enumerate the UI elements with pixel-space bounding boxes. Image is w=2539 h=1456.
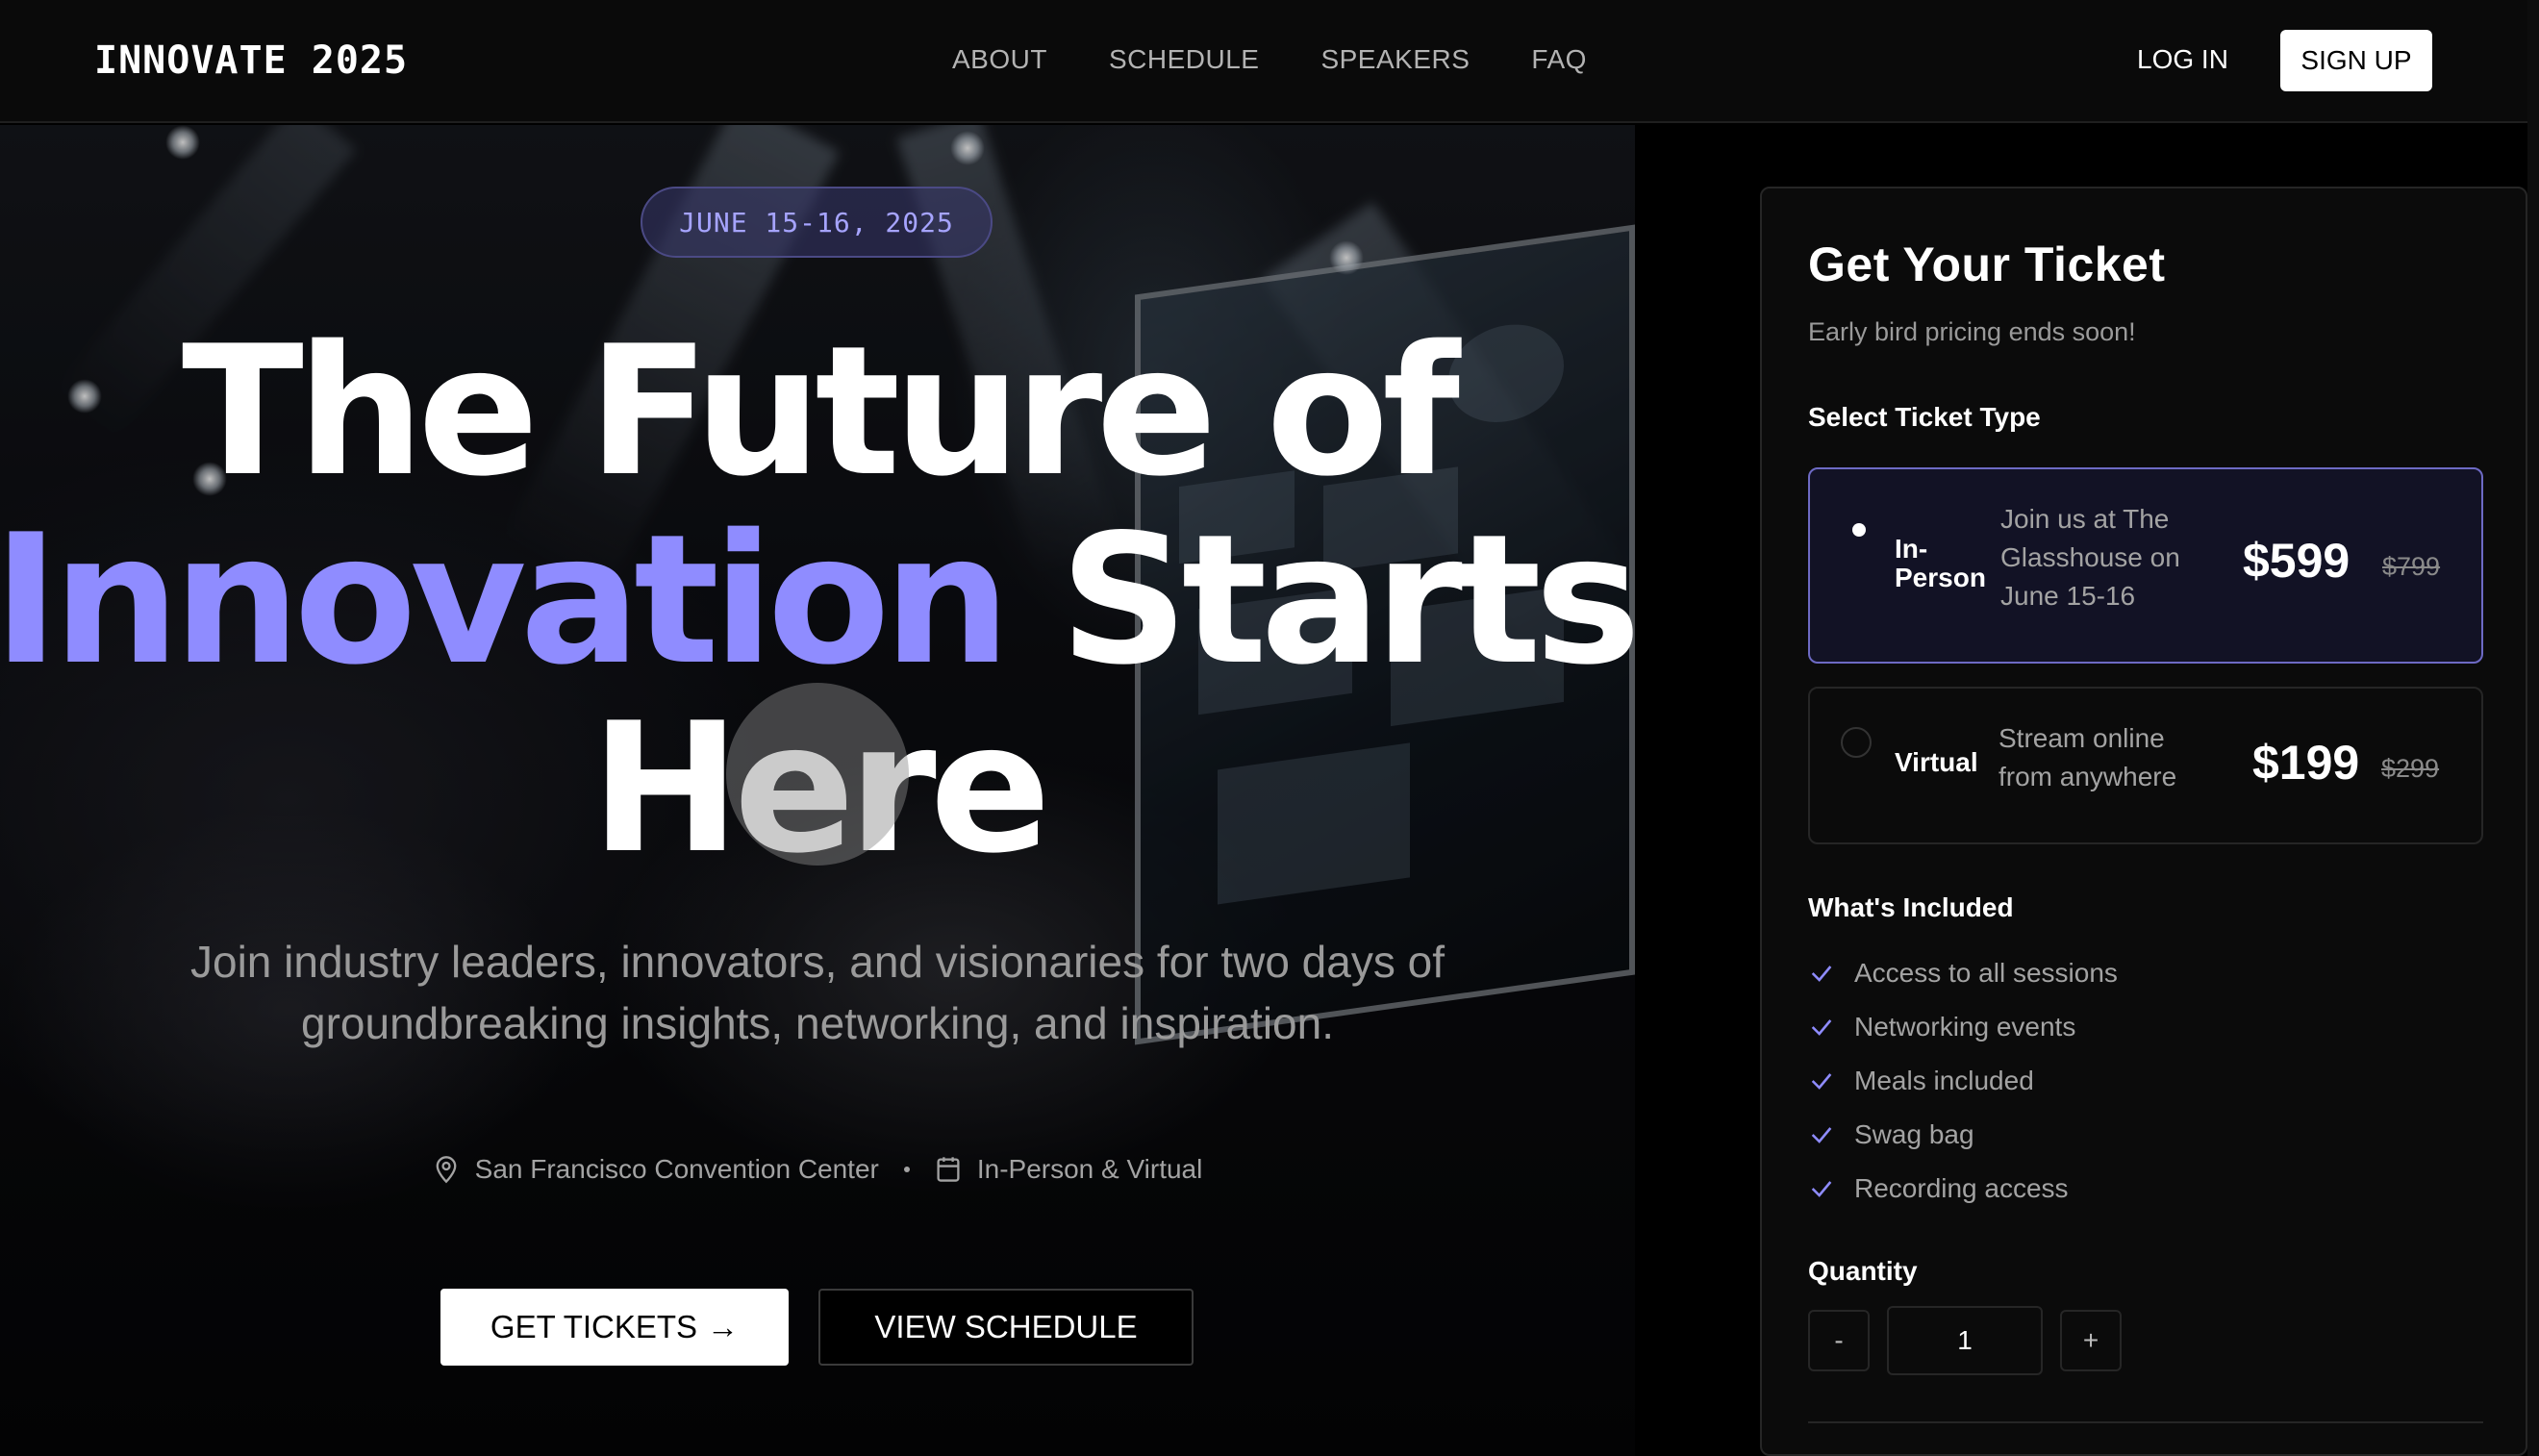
- quantity-stepper: - +: [1808, 1306, 2122, 1375]
- hero-subtitle: Join industry leaders, innovators, and v…: [190, 937, 1445, 1048]
- page-scrollbar[interactable]: [2527, 0, 2539, 1456]
- ticket-option-name: In- Person: [1895, 534, 1986, 592]
- ticket-option-in-person[interactable]: In- Person Join us at The Glasshouse on …: [1808, 467, 2483, 664]
- ticket-option-description: Stream online from anywhere: [1999, 723, 2177, 791]
- hero-section: JUNE 15-16, 2025 The Future of Innovatio…: [0, 125, 1635, 1456]
- whats-included-label: What's Included: [1808, 892, 2014, 922]
- top-nav: INNOVATE 2025 ABOUT SCHEDULE SPEAKERS FA…: [0, 0, 2527, 123]
- format-text: In-Person & Virtual: [976, 1154, 1203, 1184]
- login-button[interactable]: LOG IN: [2137, 44, 2228, 75]
- headline-line-2: Innovation Starts: [0, 506, 1635, 694]
- event-meta: San Francisco Convention Center In-Perso…: [0, 1154, 1635, 1185]
- quantity-increment-button[interactable]: +: [2060, 1310, 2122, 1371]
- quantity-input[interactable]: [1887, 1306, 2043, 1375]
- check-icon: [1811, 1181, 1832, 1197]
- meta-separator: [903, 1167, 910, 1172]
- ticket-panel-title: Get Your Ticket: [1808, 238, 2166, 291]
- ticket-option-old-price: $799: [2382, 552, 2441, 581]
- included-item: Swag bag: [1808, 1108, 2118, 1162]
- nav-link-speakers[interactable]: SPEAKERS: [1320, 44, 1470, 75]
- ticket-panel: Get Your Ticket Early bird pricing ends …: [1760, 187, 2527, 1456]
- headline-line-2-rest: Starts: [1059, 495, 1635, 704]
- arrow-right-icon: →: [707, 1309, 740, 1344]
- brand-logo[interactable]: INNOVATE 2025: [94, 38, 408, 83]
- check-icon: [1811, 1019, 1832, 1036]
- included-item: Networking events: [1808, 1000, 2118, 1054]
- map-pin-icon: [436, 1156, 457, 1184]
- ticket-panel-subtitle: Early bird pricing ends soon!: [1808, 317, 2136, 346]
- nav-link-faq[interactable]: FAQ: [1531, 44, 1587, 75]
- nav-link-about[interactable]: ABOUT: [952, 44, 1047, 75]
- radio-unselected-icon[interactable]: [1841, 727, 1872, 758]
- ticket-option-old-price: $299: [2381, 754, 2440, 783]
- calendar-icon: [937, 1157, 960, 1182]
- headline-line-1: The Future of: [181, 307, 1460, 515]
- play-video-button[interactable]: [726, 683, 909, 866]
- quantity-decrement-button[interactable]: -: [1808, 1310, 1870, 1371]
- included-item: Recording access: [1808, 1162, 2118, 1216]
- select-ticket-type-label: Select Ticket Type: [1808, 402, 2041, 432]
- get-tickets-label: GET TICKETS: [490, 1309, 698, 1344]
- radio-selected-icon[interactable]: [1841, 512, 1872, 542]
- panel-divider: [1808, 1421, 2483, 1423]
- ticket-option-description: Join us at The Glasshouse on June 15-16: [2000, 504, 2180, 611]
- view-schedule-button[interactable]: VIEW SCHEDULE: [818, 1289, 1194, 1366]
- headline-accent: Innovation: [0, 495, 1011, 704]
- event-date-badge: JUNE 15-16, 2025: [641, 187, 993, 258]
- ticket-option-name: Virtual: [1895, 747, 1978, 777]
- included-list: Access to all sessions Networking events…: [1808, 946, 2118, 1216]
- signup-button[interactable]: SIGN UP: [2280, 30, 2432, 91]
- nav-links: ABOUT SCHEDULE SPEAKERS FAQ: [952, 44, 1587, 75]
- location-info: San Francisco Convention Center: [433, 1154, 879, 1185]
- ticket-option-price: $199: [2252, 736, 2360, 790]
- location-text: San Francisco Convention Center: [474, 1154, 879, 1184]
- get-tickets-button[interactable]: GET TICKETS →: [440, 1289, 789, 1366]
- ticket-option-price: $599: [2243, 534, 2350, 588]
- check-icon: [1811, 1127, 1832, 1143]
- included-item: Meals included: [1808, 1054, 2118, 1108]
- quantity-label: Quantity: [1808, 1256, 1918, 1286]
- included-item: Access to all sessions: [1808, 946, 2118, 1000]
- check-icon: [1811, 966, 1832, 982]
- check-icon: [1811, 1073, 1832, 1090]
- format-info: In-Person & Virtual: [935, 1154, 1203, 1185]
- nav-link-schedule[interactable]: SCHEDULE: [1109, 44, 1259, 75]
- ticket-option-virtual[interactable]: Virtual Stream online from anywhere $199…: [1808, 687, 2483, 844]
